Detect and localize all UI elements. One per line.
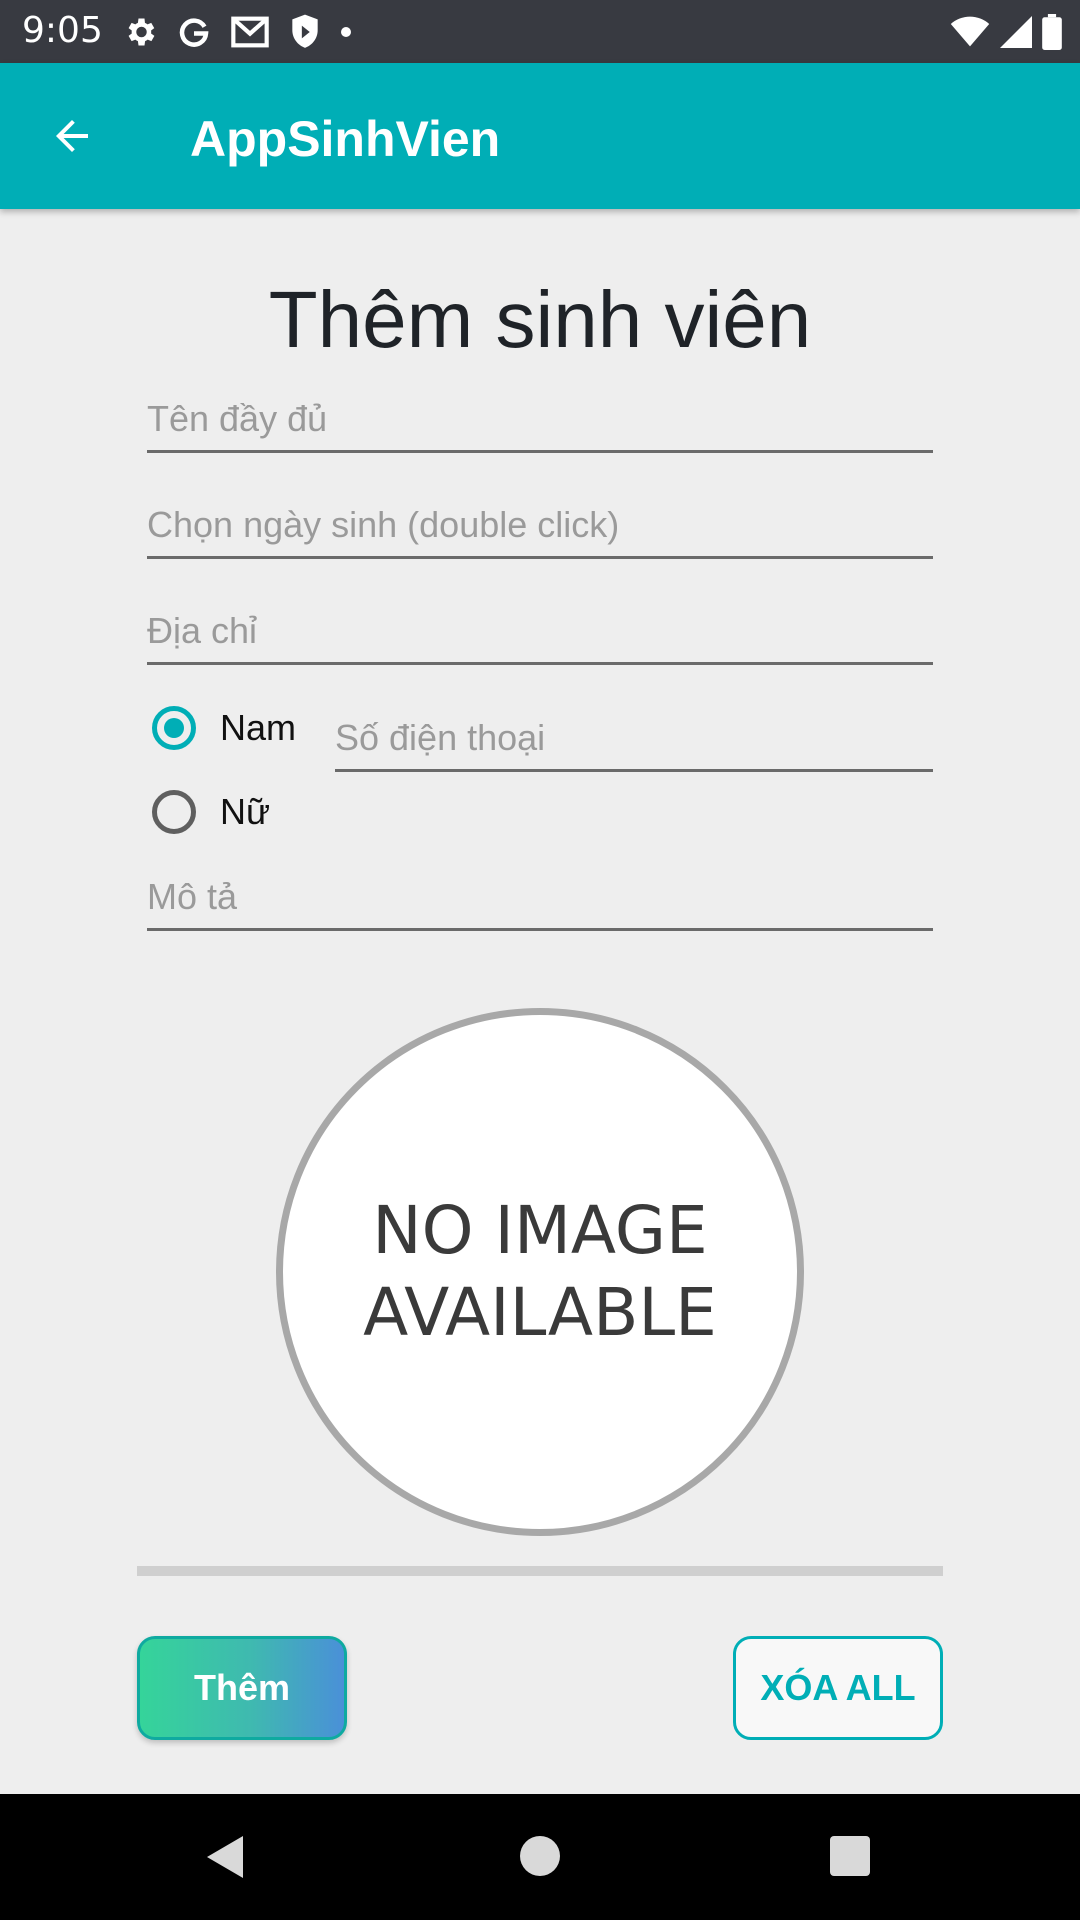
birthday-field <box>147 499 933 559</box>
birthday-input[interactable] <box>147 499 933 551</box>
student-image[interactable]: NO IMAGE AVAILABLE <box>276 1008 804 1536</box>
page-title: Thêm sinh viên <box>268 275 812 364</box>
shield-icon <box>288 13 322 51</box>
phone-field <box>335 712 933 772</box>
gmail-icon <box>230 15 270 49</box>
back-triangle-icon[interactable] <box>205 1834 245 1880</box>
gender-radio-female[interactable]: Nữ <box>152 790 270 834</box>
home-circle-icon[interactable] <box>520 1836 560 1876</box>
no-image-line-2: AVAILABLE <box>363 1274 717 1351</box>
description-input[interactable] <box>147 871 933 923</box>
add-button[interactable]: Thêm <box>137 1636 347 1740</box>
arrow-left-icon <box>56 120 88 152</box>
clear-all-button[interactable]: XÓA ALL <box>733 1636 943 1740</box>
no-image-text: NO IMAGE AVAILABLE <box>363 1190 717 1354</box>
back-button[interactable] <box>44 108 100 164</box>
address-field <box>147 605 933 665</box>
google-icon <box>176 14 212 50</box>
navigation-bar <box>0 1794 1080 1920</box>
description-field <box>147 871 933 931</box>
divider <box>137 1566 943 1576</box>
address-input[interactable] <box>147 605 933 657</box>
gender-radio-male[interactable]: Nam <box>152 706 296 750</box>
radio-checked-icon[interactable] <box>152 706 196 750</box>
status-notification-icons <box>122 12 370 52</box>
gender-label-male: Nam <box>220 707 297 748</box>
gender-label-female: Nữ <box>220 791 271 832</box>
recent-square-icon[interactable] <box>830 1836 870 1876</box>
status-bar: 9:05 <box>0 0 1080 63</box>
app-bar: AppSinhVien <box>0 63 1080 209</box>
phone-input[interactable] <box>335 712 933 764</box>
app-title: AppSinhVien <box>190 111 501 167</box>
wifi-icon <box>950 16 990 48</box>
signal-icon <box>1000 16 1032 48</box>
full-name-input[interactable] <box>147 393 933 445</box>
full-name-field <box>147 393 933 453</box>
dot-icon <box>340 26 352 38</box>
battery-icon <box>1042 14 1062 50</box>
gear-icon <box>122 14 158 50</box>
status-system-icons <box>940 12 1062 52</box>
no-image-line-1: NO IMAGE <box>372 1192 708 1269</box>
radio-unchecked-icon[interactable] <box>152 790 196 834</box>
status-time: 9:05 <box>22 10 103 51</box>
